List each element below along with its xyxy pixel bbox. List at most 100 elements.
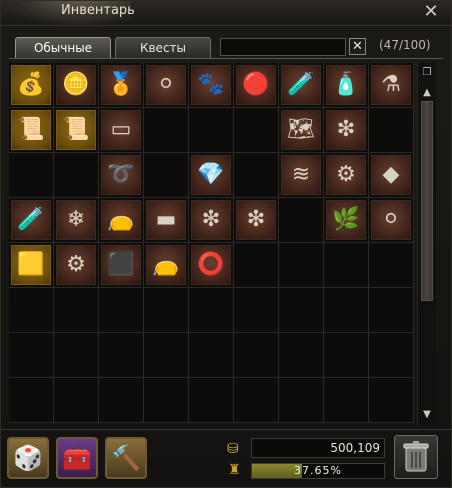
inventory-slot[interactable]: [234, 243, 279, 288]
steel-ingots-icon: ▬: [155, 207, 177, 232]
inventory-slot[interactable]: [234, 378, 279, 423]
inventory-item[interactable]: 🧪: [11, 200, 51, 240]
title-bar[interactable]: Инвентарь ✕: [1, 1, 451, 26]
inventory-item[interactable]: ▬: [146, 200, 186, 240]
inventory-slot[interactable]: [369, 108, 414, 153]
inventory-slot[interactable]: [189, 108, 234, 153]
inventory-slot[interactable]: [99, 288, 144, 333]
inventory-slot[interactable]: [99, 333, 144, 378]
inventory-slot[interactable]: [369, 378, 414, 423]
inventory-slot[interactable]: [324, 243, 369, 288]
inventory-item[interactable]: 🧴: [326, 65, 366, 105]
tab-quests[interactable]: Квесты: [115, 37, 211, 58]
scroll-thumb[interactable]: [421, 101, 433, 301]
inventory-item[interactable]: 🌿: [326, 200, 366, 240]
dice-icon: 🎲: [13, 444, 43, 472]
inventory-window: Инвентарь ✕ Обычные Квесты ✕ (47/100) 💰 🪙…: [0, 0, 452, 488]
dice-button[interactable]: 🎲: [7, 437, 49, 479]
inventory-slot[interactable]: [279, 243, 324, 288]
adena-coin-icon: ⛁: [227, 441, 239, 457]
inventory-slot[interactable]: [54, 378, 99, 423]
inventory-slot[interactable]: [9, 288, 54, 333]
inventory-item[interactable]: ⚙: [326, 155, 366, 195]
inventory-item[interactable]: 💎: [191, 155, 231, 195]
inventory-item[interactable]: 🪙: [56, 65, 96, 105]
inventory-slot[interactable]: [54, 333, 99, 378]
inventory-item[interactable]: 🧪: [281, 65, 321, 105]
gold-scroll-icon: 📜: [17, 117, 45, 142]
inventory-slot[interactable]: [279, 333, 324, 378]
inventory-slot[interactable]: [144, 333, 189, 378]
scroll-up-button[interactable]: ▲: [419, 85, 435, 101]
inventory-slot[interactable]: [54, 288, 99, 333]
inventory-slot[interactable]: [279, 288, 324, 333]
inventory-slot: 🪙: [54, 63, 99, 108]
inventory-slot[interactable]: [9, 333, 54, 378]
inventory-slot[interactable]: [144, 153, 189, 198]
inventory-slot[interactable]: [234, 153, 279, 198]
inventory-item[interactable]: 💰: [11, 65, 51, 105]
inventory-item[interactable]: ❇: [326, 110, 366, 150]
inventory-slot[interactable]: [189, 378, 234, 423]
inventory-slot[interactable]: [189, 288, 234, 333]
thread-spool-icon: ⚙: [336, 162, 356, 187]
weight-bag-icon: ♜: [228, 462, 241, 478]
inventory-item[interactable]: ⚗: [371, 65, 411, 105]
green-gem-rod-icon: ❇: [201, 207, 221, 232]
expand-button[interactable]: ❐: [419, 65, 435, 81]
inventory-slot[interactable]: [234, 108, 279, 153]
inventory-slot[interactable]: [234, 333, 279, 378]
tab-regular[interactable]: Обычные: [15, 37, 111, 58]
search-input[interactable]: [220, 38, 346, 56]
scroll-down-button[interactable]: ▼: [419, 407, 435, 423]
inventory-item[interactable]: ▭: [101, 110, 141, 150]
scrollbar[interactable]: ❐ ▲ ▼: [417, 63, 436, 425]
inventory-item[interactable]: ⭕: [191, 245, 231, 285]
inventory-item[interactable]: ⚪: [371, 200, 411, 240]
inventory-slot[interactable]: [279, 198, 324, 243]
inventory-slot[interactable]: [144, 288, 189, 333]
trash-button[interactable]: [394, 435, 438, 479]
inventory-slot[interactable]: [144, 108, 189, 153]
inventory-item[interactable]: ⬛: [101, 245, 141, 285]
inventory-slot[interactable]: [9, 153, 54, 198]
craft-button[interactable]: 🔨: [105, 437, 147, 479]
inventory-slot[interactable]: [324, 378, 369, 423]
inventory-slot[interactable]: [279, 378, 324, 423]
search-clear-button[interactable]: ✕: [349, 38, 366, 55]
inventory-item[interactable]: ≋: [281, 155, 321, 195]
inventory-slot: ❄: [54, 198, 99, 243]
inventory-item[interactable]: ➰: [101, 155, 141, 195]
inventory-slot[interactable]: [189, 333, 234, 378]
inventory-item[interactable]: ❄: [56, 200, 96, 240]
inventory-slot[interactable]: [54, 153, 99, 198]
inventory-slot[interactable]: [369, 243, 414, 288]
inventory-item[interactable]: 🔴: [236, 65, 276, 105]
inventory-slot[interactable]: [369, 333, 414, 378]
inventory-item[interactable]: 🗺: [281, 110, 321, 150]
inventory-item[interactable]: ❇: [236, 200, 276, 240]
inventory-item[interactable]: ⚪: [146, 65, 186, 105]
inventory-slot[interactable]: [9, 378, 54, 423]
chest-button[interactable]: 🧰: [56, 437, 98, 479]
inventory-slot[interactable]: [234, 288, 279, 333]
inventory-item[interactable]: 📜: [11, 110, 51, 150]
inventory-slot[interactable]: [369, 288, 414, 333]
inventory-slot[interactable]: [324, 288, 369, 333]
gold-coins-icon: 💰: [17, 72, 45, 97]
inventory-slot: 👝: [99, 198, 144, 243]
inventory-slot[interactable]: [324, 333, 369, 378]
inventory-item[interactable]: 👝: [146, 245, 186, 285]
inventory-item[interactable]: 🐾: [191, 65, 231, 105]
close-button[interactable]: ✕: [421, 1, 441, 23]
inventory-item[interactable]: ◆: [371, 155, 411, 195]
inventory-item[interactable]: ⚙: [56, 245, 96, 285]
inventory-item[interactable]: 👝: [101, 200, 141, 240]
inventory-item[interactable]: 🏅: [101, 65, 141, 105]
inventory-slot[interactable]: [144, 378, 189, 423]
inventory-item[interactable]: 📜: [56, 110, 96, 150]
seal-coin-icon: 🪙: [62, 72, 90, 97]
inventory-slot[interactable]: [99, 378, 144, 423]
inventory-item[interactable]: 🟨: [11, 245, 51, 285]
inventory-item[interactable]: ❇: [191, 200, 231, 240]
